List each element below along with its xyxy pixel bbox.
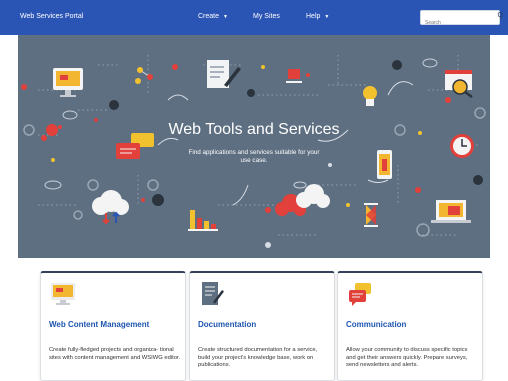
monitor-icon — [53, 68, 83, 97]
smartphone-icon — [377, 150, 392, 179]
card-title[interactable]: Web Content Management — [49, 320, 149, 329]
search-icon[interactable]: Q — [498, 12, 503, 19]
cloud-download-icon — [92, 190, 129, 225]
card-description: Allow your community to discuss specific… — [346, 347, 468, 368]
arrows — [157, 81, 414, 206]
document-pen-icon — [207, 60, 241, 88]
nav-create[interactable]: Create ▼ — [198, 13, 228, 20]
chat-bubbles-icon — [349, 283, 371, 306]
search-window-icon — [445, 70, 473, 99]
bar-chart-icon — [188, 210, 218, 231]
search-box: Q — [420, 10, 503, 30]
lightbulb-icon — [363, 86, 377, 106]
card-communication[interactable]: Communication Allow your community to di… — [337, 271, 483, 381]
nav-help-label: Help — [306, 13, 321, 20]
hero-banner: Web Tools and Services Find applications… — [18, 35, 490, 258]
card-title[interactable]: Documentation — [198, 320, 256, 329]
card-title[interactable]: Communication — [346, 320, 406, 329]
nav-create-label: Create — [198, 13, 220, 20]
nav-help[interactable]: Help ▼ — [306, 13, 329, 20]
hero-illustration — [21, 55, 486, 248]
top-navbar: Web Services Portal Create ▼ My Sites Hel… — [0, 0, 508, 35]
monitor-icon — [51, 283, 75, 305]
caret-down-icon: ▼ — [324, 14, 330, 20]
mug-icon — [286, 69, 302, 83]
nav-my-sites[interactable]: My Sites — [253, 13, 280, 20]
hourglass-icon — [364, 203, 378, 227]
nav-my-sites-label: My Sites — [253, 13, 280, 20]
caret-down-icon: ▼ — [223, 14, 228, 20]
card-description: Create fully-fledged projects and organi… — [49, 347, 181, 361]
hero-title: Web Tools and Services — [168, 121, 340, 138]
search-input[interactable] — [421, 16, 491, 30]
hero-subtitle: Find applications and services suitable … — [188, 149, 320, 164]
share-icon — [135, 67, 153, 84]
laptop-icon — [431, 200, 471, 223]
document-pen-icon — [202, 282, 224, 305]
card-web-content-management[interactable]: Web Content Management Create fully-fled… — [40, 271, 186, 381]
card-documentation[interactable]: Documentation Create structured document… — [189, 271, 335, 381]
card-description: Create structured documentation for a se… — [198, 347, 318, 368]
clouds-icon — [275, 184, 330, 216]
brand-link[interactable]: Web Services Portal — [20, 13, 83, 20]
